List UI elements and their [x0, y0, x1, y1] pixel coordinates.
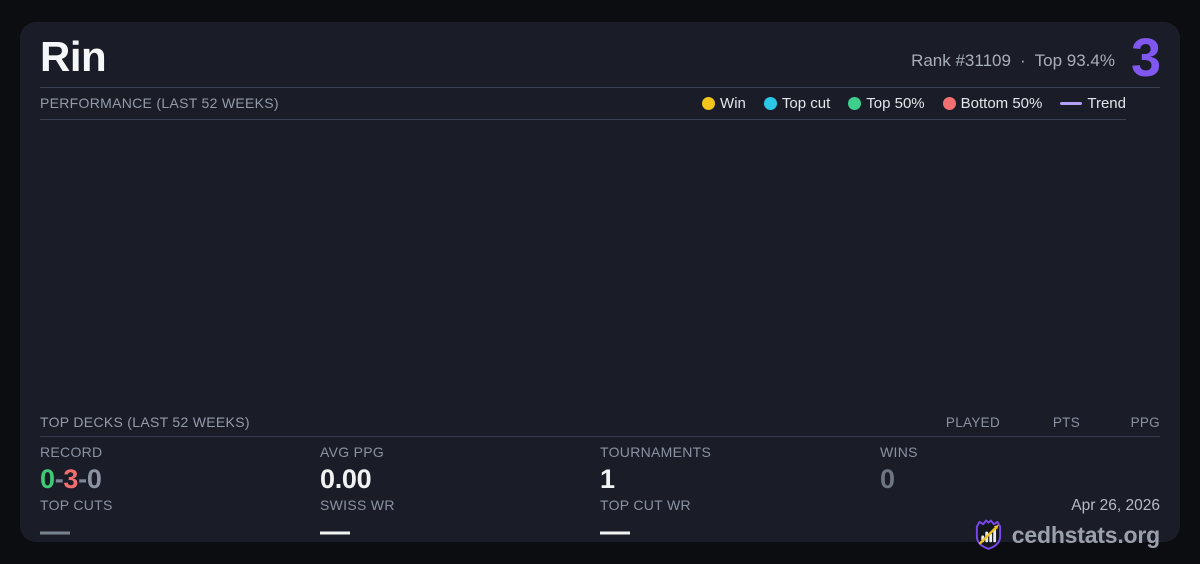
header-right: Rank #31109 · Top 93.4% 3 — [911, 28, 1161, 88]
avg-ppg-value: 0.00 — [320, 464, 372, 494]
record-losses: 3 — [63, 464, 79, 494]
win-dot-icon — [702, 97, 716, 110]
points-badge: 3 — [1130, 28, 1161, 88]
top-cut-wr-label: TOP CUT WR — [600, 497, 691, 513]
top-decks-columns: PLAYED PTS PPG — [920, 415, 1160, 430]
stat-swiss-wr: SWISS WR — — [320, 494, 600, 551]
record-draws: 0 — [86, 464, 102, 494]
record-sep-2: - — [78, 464, 87, 494]
rank-separator: · — [1019, 51, 1026, 70]
stat-wins: WINS 0 — [880, 437, 1160, 495]
swiss-wr-label: SWISS WR — [320, 497, 395, 513]
trend-line-icon — [1060, 102, 1083, 105]
top-cut-wr-value: — — [600, 515, 630, 548]
record-value: 0-3-0 — [40, 464, 320, 494]
legend-item-top50: Top 50% — [848, 95, 925, 112]
stat-top-cuts: TOP CUTS — — [40, 494, 320, 551]
top-decks-section-header: TOP DECKS (LAST 52 WEEKS) PLAYED PTS PPG — [40, 408, 1160, 437]
legend-label-trend: Trend — [1087, 95, 1126, 112]
column-header-played: PLAYED — [945, 415, 1000, 430]
card-header: Rin Rank #31109 · Top 93.4% 3 — [40, 22, 1161, 88]
tournaments-label: TOURNAMENTS — [600, 444, 712, 460]
legend-label-topcut: Top cut — [781, 95, 831, 112]
avg-ppg-label: AVG PPG — [320, 444, 385, 460]
record-wins: 0 — [40, 464, 55, 494]
record-label: RECORD — [40, 444, 103, 460]
swiss-wr-value: — — [320, 515, 350, 548]
performance-title: PERFORMANCE (LAST 52 WEEKS) — [40, 95, 279, 111]
legend-label-win: Win — [720, 95, 746, 112]
column-header-ppg: PPG — [1130, 415, 1160, 430]
legend-label-top50: Top 50% — [866, 95, 925, 112]
column-header-pts: PTS — [1052, 415, 1080, 430]
legend-item-topcut: Top cut — [763, 95, 831, 112]
wins-value: 0 — [880, 464, 895, 494]
legend-item-bottom50: Bottom 50% — [942, 95, 1043, 112]
stat-avg-ppg: AVG PPG 0.00 — [320, 437, 600, 495]
rank-value: Rank #31109 — [911, 51, 1011, 70]
bottom50-dot-icon — [942, 97, 956, 110]
player-stats-card: Rin Rank #31109 · Top 93.4% 3 PERFORMANCE … — [20, 22, 1180, 550]
brand-link[interactable]: cedhstats.org — [973, 518, 1160, 551]
stats-grid: RECORD 0-3-0 AVG PPG 0.00 TOURNAMENTS 1 … — [40, 437, 1160, 551]
cedhstats-logo-icon — [973, 518, 1004, 551]
stat-top-cut-wr: TOP CUT WR — — [600, 494, 880, 551]
top-cuts-value: — — [40, 515, 70, 548]
card-date: Apr 26, 2026 — [1071, 497, 1160, 514]
legend-label-bottom50: Bottom 50% — [960, 95, 1043, 112]
rank-text: Rank #31109 · Top 93.4% — [911, 51, 1115, 71]
top50-dot-icon — [848, 97, 862, 110]
card-footer: Apr 26, 2026 cedhstats.org — [880, 494, 1160, 551]
performance-chart-area — [40, 120, 1160, 408]
top-cuts-label: TOP CUTS — [40, 497, 113, 513]
tournaments-value: 1 — [600, 464, 615, 494]
brand-text: cedhstats.org — [1011, 521, 1160, 548]
top-decks-title: TOP DECKS (LAST 52 WEEKS) — [40, 414, 250, 430]
page-title: Rin — [40, 33, 107, 80]
stat-record: RECORD 0-3-0 — [40, 437, 320, 495]
stat-tournaments: TOURNAMENTS 1 — [600, 437, 880, 495]
legend-item-win: Win — [702, 95, 746, 112]
legend-item-trend: Trend — [1060, 95, 1126, 112]
top-percent-value: Top 93.4% — [1034, 51, 1115, 70]
performance-section-header: PERFORMANCE (LAST 52 WEEKS) Win Top cut … — [40, 88, 1126, 120]
wins-label: WINS — [880, 444, 918, 460]
topcut-dot-icon — [763, 97, 777, 110]
chart-legend: Win Top cut Top 50% Bottom 50% Trend — [702, 95, 1126, 112]
